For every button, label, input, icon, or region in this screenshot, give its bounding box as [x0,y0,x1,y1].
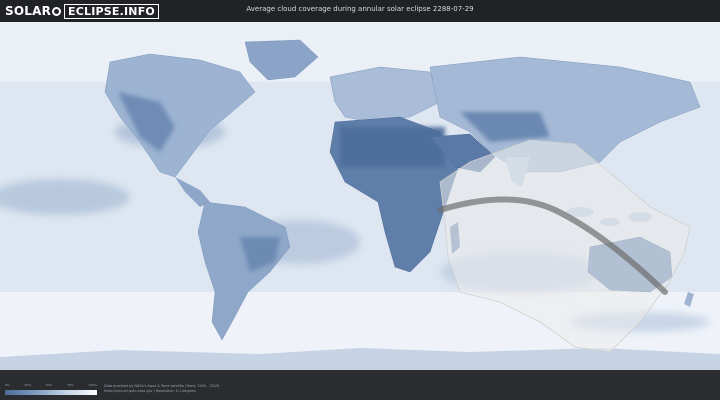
top-bar: SOLAR ECLIPSE.INFO Average cloud coverag… [0,0,720,22]
site-logo[interactable]: SOLAR ECLIPSE.INFO [5,3,159,19]
cloud-coverage-map [0,22,720,370]
legend-tick: 75% [67,383,74,387]
page-title: Average cloud coverage during annular so… [246,5,474,13]
legend-tick: 100% [88,383,97,387]
data-credits: Data provided by NASA's Aqua & Terra sat… [104,384,219,394]
legend-tick: 0% [5,383,10,387]
sun-icon [52,6,62,16]
legend-tick: 50% [45,383,53,387]
legend-ticks: 0% 25% 50% 75% 100% [5,383,97,389]
land-sahara [340,127,445,167]
credit-link[interactable]: https://neo.sci.gsfc.nasa.gov | Resoluti… [104,389,219,394]
land-antarctica [0,348,720,370]
logo-text-domain: ECLIPSE.INFO [64,3,159,19]
map-canvas [0,22,720,370]
logo-text-solar: SOLAR [5,4,52,18]
cloud-coverage-legend [5,390,97,395]
legend-tick: 25% [24,383,32,387]
